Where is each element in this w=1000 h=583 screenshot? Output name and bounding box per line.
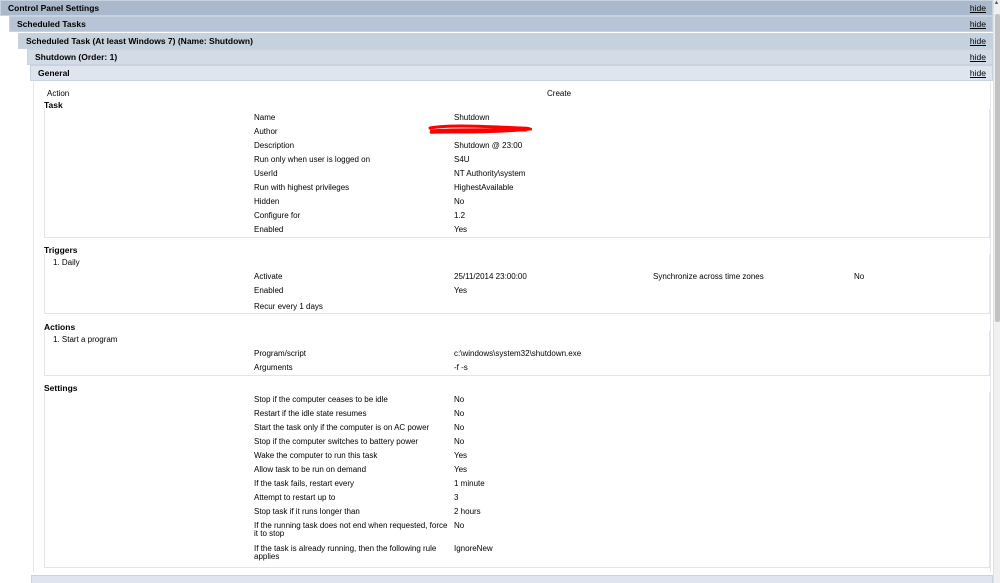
task-row-label: Author	[254, 127, 278, 136]
settings-box	[44, 392, 990, 568]
sync-value: No	[854, 272, 865, 281]
hide-link[interactable]: hide	[970, 36, 986, 46]
setting-label: Attempt to restart up to	[254, 493, 336, 502]
scheduled-task-bar[interactable]: Scheduled Task (At least Windows 7) (Nam…	[18, 33, 993, 49]
task-row-label: Name	[254, 113, 276, 122]
control-panel-settings-bar[interactable]: Control Panel Settings hide	[0, 0, 993, 16]
setting-label: Stop if the computer ceases to be idle	[254, 395, 388, 404]
setting-value: Yes	[454, 465, 468, 474]
task-row-value: 1.2	[454, 211, 466, 220]
task-row-label: Hidden	[254, 197, 280, 206]
program-label: Program/script	[254, 349, 307, 358]
next-section-bar[interactable]	[31, 575, 993, 583]
shutdown-bar[interactable]: Shutdown (Order: 1) hide	[27, 49, 993, 65]
scroll-up-arrow-icon[interactable]: ▲	[993, 0, 1000, 10]
task-row-value: HighestAvailable	[454, 183, 514, 192]
setting-label: Start the task only if the computer is o…	[254, 423, 430, 432]
hide-link[interactable]: hide	[970, 68, 986, 78]
task-row-value: Shutdown @ 23:00	[454, 141, 523, 150]
setting-value: 2 hours	[454, 507, 481, 516]
program-value: c:\windows\system32\shutdown.exe	[454, 349, 582, 358]
setting-value: Yes	[454, 451, 468, 460]
task-row-value: NT Authority\system	[454, 169, 526, 178]
task-row-value: No	[454, 197, 465, 206]
task-row-label: Run with highest privileges	[254, 183, 350, 192]
task-row-value: S4U	[454, 155, 470, 164]
setting-value: No	[454, 409, 465, 418]
setting-label: Allow task to be run on demand	[254, 465, 367, 474]
scheduled-tasks-bar[interactable]: Scheduled Tasks hide	[9, 16, 993, 32]
scheduled-task-title: Scheduled Task (At least Windows 7) (Nam…	[26, 36, 253, 46]
task-row-label: Run only when user is logged on	[254, 155, 371, 164]
trigger-enabled-label: Enabled	[254, 286, 284, 295]
redaction-scribble	[428, 124, 532, 134]
setting-value: 3	[454, 493, 459, 502]
action-value: Create	[547, 89, 572, 98]
setting-label: Wake the computer to run this task	[254, 451, 378, 460]
arguments-value: -f -s	[454, 363, 468, 372]
setting-label: If the task is already running, then the…	[254, 544, 437, 553]
setting-label-cont: it to stop	[254, 529, 285, 538]
setting-value: 1 minute	[454, 479, 485, 488]
setting-label: If the task fails, restart every	[254, 479, 355, 488]
action-item: 1. Start a program	[53, 335, 118, 344]
task-row-value: Shutdown	[454, 113, 490, 122]
action-label: Action	[47, 89, 70, 98]
task-row-label: Enabled	[254, 225, 284, 234]
task-row-label: Description	[254, 141, 295, 150]
setting-value: No	[454, 521, 465, 530]
control-panel-settings-title: Control Panel Settings	[8, 3, 100, 13]
shutdown-title: Shutdown (Order: 1)	[35, 52, 118, 62]
task-row-label: Configure for	[254, 211, 301, 220]
triggers-box	[44, 254, 990, 314]
recur-text: Recur every 1 days	[254, 302, 323, 311]
arguments-label: Arguments	[254, 363, 293, 372]
trigger-item: 1. Daily	[53, 258, 80, 267]
setting-label: Stop if the computer switches to battery…	[254, 437, 419, 446]
setting-label: Restart if the idle state resumes	[254, 409, 367, 418]
general-content: Action Create Task Name Shutdown Author …	[33, 82, 991, 572]
general-bar[interactable]: General hide	[30, 65, 993, 81]
setting-value: No	[454, 437, 465, 446]
task-row-label: UserId	[254, 169, 278, 178]
scrollbar-thumb[interactable]	[995, 14, 1000, 322]
setting-value: IgnoreNew	[454, 544, 493, 553]
setting-value: No	[454, 395, 465, 404]
hide-link[interactable]: hide	[970, 19, 986, 29]
hide-link[interactable]: hide	[970, 3, 986, 13]
general-title: General	[38, 68, 70, 78]
scheduled-tasks-title: Scheduled Tasks	[17, 19, 86, 29]
activate-value: 25/11/2014 23:00:00	[454, 272, 527, 281]
activate-label: Activate	[254, 272, 283, 281]
task-row-value: Yes	[454, 225, 468, 234]
setting-value: No	[454, 423, 465, 432]
hide-link[interactable]: hide	[970, 52, 986, 62]
sync-label: Synchronize across time zones	[653, 272, 764, 281]
setting-label-cont: applies	[254, 552, 280, 561]
setting-label: Stop task if it runs longer than	[254, 507, 360, 516]
trigger-enabled-value: Yes	[454, 286, 468, 295]
